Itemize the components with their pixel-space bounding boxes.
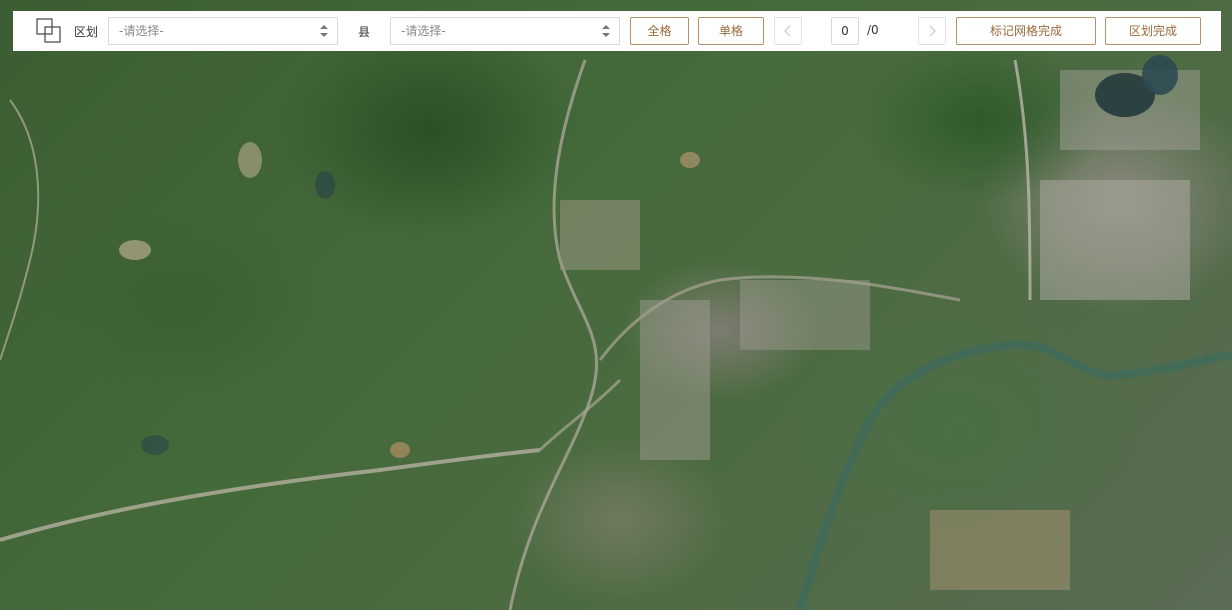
district-done-button[interactable]: 区划完成 [1105, 17, 1201, 45]
district-select-placeholder: -请选择- [119, 24, 164, 38]
satellite-map[interactable] [0, 0, 1232, 610]
next-page-button[interactable] [918, 17, 946, 45]
district-select[interactable]: -请选择- [108, 17, 338, 45]
county-select[interactable]: -请选择- [390, 17, 620, 45]
county-label: 县 [358, 25, 371, 39]
map-features [0, 55, 1232, 610]
page-number-input[interactable] [831, 17, 859, 45]
single-grid-button[interactable]: 单格 [698, 17, 764, 45]
select-arrows-icon [320, 25, 328, 37]
district-label: 区划 [74, 25, 99, 39]
prev-page-button[interactable] [774, 17, 802, 45]
select-arrows-icon [602, 25, 610, 37]
chevron-right-icon [929, 25, 936, 37]
full-grid-button[interactable]: 全格 [630, 17, 689, 45]
page-total: /0 [867, 23, 879, 37]
chevron-left-icon [784, 25, 791, 37]
mark-grid-done-button[interactable]: 标记网格完成 [956, 17, 1096, 45]
layers-icon[interactable] [36, 18, 62, 44]
toolbar: 区划 -请选择- 县 -请选择- 全格 单格 /0 标记网格完成 区划完成 [13, 11, 1221, 51]
county-select-placeholder: -请选择- [401, 24, 446, 38]
